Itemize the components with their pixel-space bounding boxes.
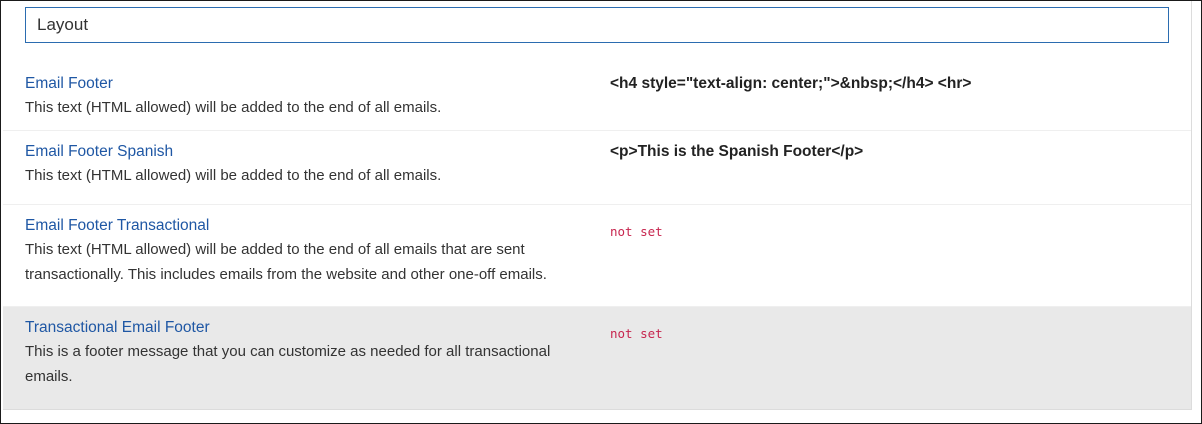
- settings-panel: Layout Email Footer This text (HTML allo…: [3, 1, 1192, 410]
- setting-name-email-footer-transactional[interactable]: Email Footer Transactional: [25, 216, 585, 236]
- settings-window: Layout Email Footer This text (HTML allo…: [0, 0, 1202, 424]
- setting-info: Email Footer This text (HTML allowed) wi…: [25, 63, 585, 120]
- setting-value-email-footer: <h4 style="text-align: center;">&nbsp;</…: [610, 75, 972, 92]
- setting-value-transactional-email-footer: not set: [610, 326, 663, 341]
- setting-row-email-footer-spanish[interactable]: Email Footer Spanish This text (HTML all…: [3, 131, 1191, 205]
- setting-info: Email Footer Spanish This text (HTML all…: [25, 131, 585, 188]
- setting-name-email-footer[interactable]: Email Footer: [25, 74, 585, 94]
- setting-info: Transactional Email Footer This is a foo…: [25, 307, 585, 389]
- setting-row-email-footer[interactable]: Email Footer This text (HTML allowed) wi…: [3, 63, 1191, 131]
- setting-description: This is a footer message that you can cu…: [25, 343, 551, 385]
- setting-name-email-footer-spanish[interactable]: Email Footer Spanish: [25, 142, 585, 162]
- setting-value-email-footer-spanish: <p>This is the Spanish Footer</p>: [610, 143, 864, 160]
- section-header-layout[interactable]: Layout: [25, 7, 1169, 43]
- setting-description: This text (HTML allowed) will be added t…: [25, 241, 547, 283]
- setting-value-email-footer-transactional: not set: [610, 224, 663, 239]
- setting-row-email-footer-transactional[interactable]: Email Footer Transactional This text (HT…: [3, 205, 1191, 307]
- setting-row-transactional-email-footer[interactable]: Transactional Email Footer This is a foo…: [3, 307, 1191, 409]
- setting-description: This text (HTML allowed) will be added t…: [25, 167, 442, 184]
- setting-description: This text (HTML allowed) will be added t…: [25, 99, 442, 116]
- setting-name-transactional-email-footer[interactable]: Transactional Email Footer: [25, 318, 585, 338]
- setting-info: Email Footer Transactional This text (HT…: [25, 205, 585, 287]
- section-title: Layout: [37, 15, 89, 34]
